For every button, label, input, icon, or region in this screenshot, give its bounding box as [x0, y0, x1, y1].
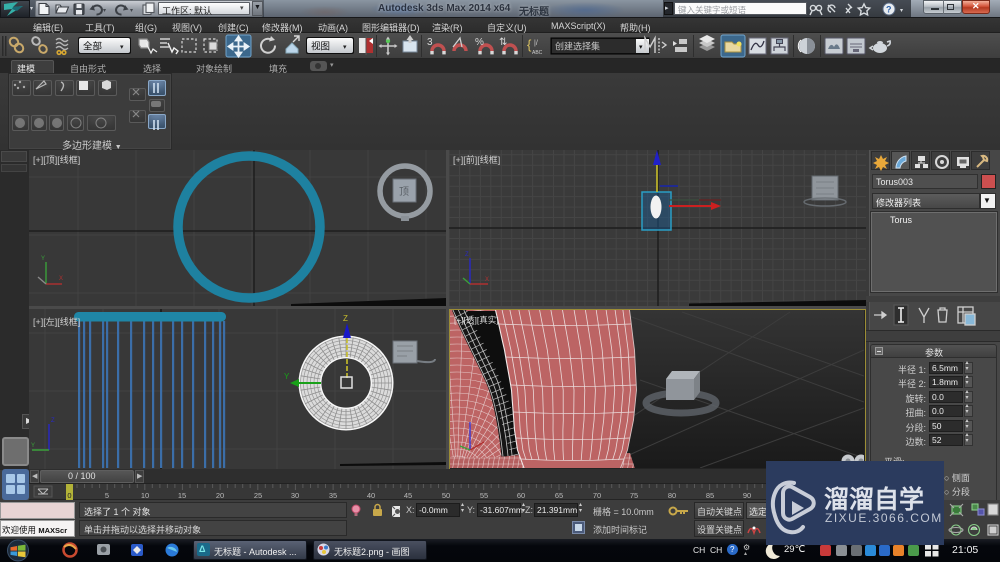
svg-text:45: 45: [404, 491, 412, 500]
svg-text:25: 25: [254, 491, 262, 500]
svg-text:Z: Z: [51, 418, 55, 424]
svg-text:40: 40: [367, 491, 375, 500]
svg-text:▾: ▾: [103, 8, 106, 14]
svg-text:70: 70: [593, 491, 601, 500]
svg-text:Z: Z: [343, 314, 348, 323]
svg-text:ZIXUE.3066.COM: ZIXUE.3066.COM: [825, 511, 943, 525]
svg-text:85: 85: [706, 491, 714, 500]
svg-text:?: ?: [886, 5, 892, 15]
svg-text:30: 30: [291, 491, 299, 500]
svg-text:▾: ▾: [639, 44, 643, 51]
svg-text:5: 5: [105, 491, 109, 500]
svg-text:10: 10: [141, 491, 149, 500]
svg-text:▾: ▾: [900, 8, 903, 14]
svg-text:视图: 视图: [311, 41, 330, 53]
svg-text:|/: |/: [534, 40, 538, 47]
svg-text:55: 55: [480, 491, 488, 500]
svg-text:60: 60: [517, 491, 525, 500]
svg-text:[+][透][真实]: [+][透][真实]: [454, 315, 499, 325]
svg-text:▾: ▾: [343, 44, 347, 51]
svg-text:50: 50: [442, 491, 450, 500]
svg-text:顶: 顶: [399, 186, 409, 198]
svg-text:▾: ▾: [130, 8, 133, 14]
svg-text:全部: 全部: [83, 41, 102, 53]
svg-text:%: %: [475, 37, 484, 48]
svg-text:35: 35: [329, 491, 337, 500]
svg-text:65: 65: [555, 491, 563, 500]
svg-text:80: 80: [668, 491, 676, 500]
svg-text:Y: Y: [41, 256, 45, 262]
svg-text:X: X: [59, 276, 63, 282]
svg-text:3: 3: [427, 37, 433, 48]
svg-text:溜溜自学: 溜溜自学: [824, 485, 924, 514]
svg-text:15: 15: [178, 491, 186, 500]
svg-text:▾: ▾: [120, 44, 124, 51]
svg-text:75: 75: [630, 491, 638, 500]
svg-text:Y: Y: [284, 372, 290, 381]
svg-text:Z: Z: [465, 252, 469, 258]
svg-text:0: 0: [67, 491, 71, 500]
svg-text:创建选择集: 创建选择集: [555, 41, 600, 52]
svg-text:20: 20: [216, 491, 224, 500]
svg-text:X: X: [485, 277, 489, 283]
svg-text:90: 90: [743, 491, 751, 500]
svg-text:ABC: ABC: [532, 50, 543, 56]
svg-text:Y: Y: [31, 443, 35, 449]
svg-text:⇅: ⇅: [499, 37, 507, 48]
